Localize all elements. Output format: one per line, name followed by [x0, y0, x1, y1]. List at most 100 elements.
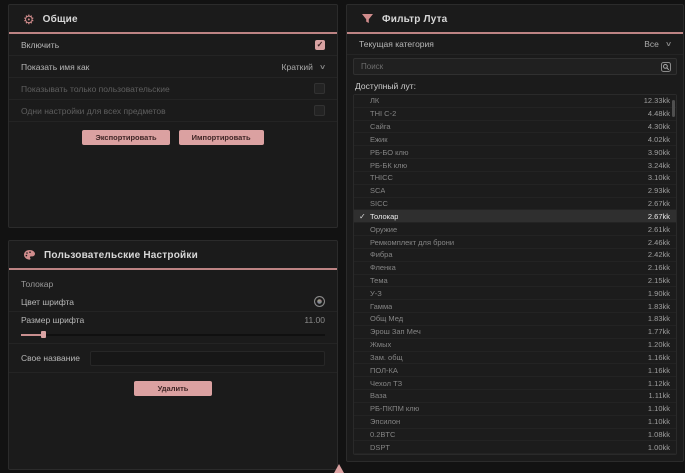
user-settings-panel: Пользовательские Настройки Толокар Цвет … [8, 240, 338, 470]
delete-button[interactable]: Удалить [134, 381, 213, 396]
enable-checkbox[interactable]: ✓ [315, 40, 325, 50]
loot-list-item[interactable]: Оружие 2.61kk [354, 223, 676, 236]
loot-item-name: РБ-БК клю [370, 161, 407, 170]
loot-list-item[interactable]: 0.2BTC 1.08kk [354, 429, 676, 442]
display-name-label: Показать имя как [21, 62, 89, 72]
loot-item-left: ✓ Толокар [359, 212, 398, 221]
loot-item-left: ТНІСС [359, 173, 393, 182]
loot-item-left: Ежик [359, 135, 388, 144]
loot-list-item[interactable]: Сайга 4.30kk [354, 121, 676, 134]
export-button[interactable]: Экспортировать [82, 130, 169, 145]
custom-name-input[interactable] [90, 351, 325, 366]
search-box[interactable] [353, 58, 677, 75]
loot-list-item[interactable]: Общ Мед 1.83kk [354, 313, 676, 326]
loot-list-item[interactable]: Эпсилон 1.10kk [354, 416, 676, 429]
general-settings-panel: ⚙ Общие Включить ✓ Показать имя как Крат… [8, 4, 338, 228]
loot-item-value: 2.42kk [648, 250, 670, 259]
loot-list-item[interactable]: Чехол ТЗ 1.12kk [354, 377, 676, 390]
loot-item-name: Сайга [370, 122, 391, 131]
same-settings-label: Одни настройки для всех предметов [21, 106, 166, 116]
chevron-down-icon: ∨ [665, 40, 672, 48]
loot-item-value: 2.67kk [648, 199, 670, 208]
search-input[interactable] [359, 61, 657, 72]
funnel-icon [361, 13, 374, 25]
slider-track [21, 334, 325, 336]
import-button[interactable]: Импортировать [179, 130, 264, 145]
loot-list-item[interactable]: SІСС 2.67kk [354, 198, 676, 211]
loot-list-item[interactable]: SCA 2.93kk [354, 185, 676, 198]
loot-list-item[interactable]: Тема 2.15kk [354, 275, 676, 288]
loot-item-left: Сайга [359, 122, 391, 131]
loot-list-item[interactable]: Ваза 1.11kk [354, 390, 676, 403]
loot-list-item[interactable]: Жмых 1.20kk [354, 339, 676, 352]
loot-list-item[interactable]: ПОЛ-КА 1.16kk [354, 364, 676, 377]
loot-item-left: Ваза [359, 391, 387, 400]
loot-item-name: Фленка [370, 263, 396, 272]
selected-item-name: Толокар [9, 270, 337, 292]
loot-item-value: 1.16kk [648, 353, 670, 362]
loot-item-left: Оружие [359, 225, 397, 234]
display-name-select[interactable]: Краткий ∨ [282, 62, 325, 72]
loot-item-left: Ремкомплект для брони [359, 238, 454, 247]
loot-list-item[interactable]: ✓ Толокар 2.67kk [354, 210, 676, 223]
loot-list-item[interactable]: У-З 1.90kk [354, 287, 676, 300]
loot-item-name: Жмых [370, 340, 391, 349]
category-row: Текущая категория Все ∨ [347, 34, 683, 55]
loot-list-item[interactable]: РБ-ПКПМ клю 1.10kk [354, 403, 676, 416]
scrollbar-thumb[interactable] [672, 100, 675, 117]
loot-item-name: Фибра [370, 250, 393, 259]
loot-item-name: Ежик [370, 135, 388, 144]
loot-item-left: Эпсилон [359, 417, 400, 426]
color-wheel-icon[interactable] [314, 296, 325, 307]
loot-item-name: SІСС [370, 199, 388, 208]
loot-list-item[interactable]: Эрош Зап Меч 1.77kk [354, 326, 676, 339]
loot-item-left: Жмых [359, 340, 391, 349]
slider-thumb[interactable] [41, 331, 46, 338]
loot-list-item[interactable]: Зам. общ 1.16kk [354, 352, 676, 365]
loot-item-value: 1.12kk [648, 379, 670, 388]
display-name-value: Краткий [282, 62, 313, 72]
loot-item-value: 2.61kk [648, 225, 670, 234]
loot-item-name: Ваза [370, 391, 387, 400]
search-row [347, 55, 683, 77]
enable-label: Включить [21, 40, 59, 50]
loot-item-name: Оружие [370, 225, 397, 234]
cursor-pointer-icon [334, 464, 344, 473]
loot-item-left: Зам. общ [359, 353, 403, 362]
loot-list-item[interactable]: Фленка 2.16kk [354, 262, 676, 275]
loot-item-value: 12.33kk [644, 96, 670, 105]
loot-item-name: Зам. общ [370, 353, 403, 362]
loot-item-value: 2.93kk [648, 186, 670, 195]
loot-item-value: 3.10kk [648, 173, 670, 182]
loot-list-item[interactable]: РБ-БК клю 3.24kk [354, 159, 676, 172]
loot-list-item[interactable]: ТНІСС 3.10kk [354, 172, 676, 185]
show-custom-only-checkbox[interactable] [314, 83, 325, 94]
general-panel-header: ⚙ Общие [9, 5, 337, 32]
loot-item-value: 1.08kk [648, 430, 670, 439]
loot-item-left: SІСС [359, 199, 388, 208]
loot-list-item[interactable]: ТНІ С-2 4.48kk [354, 108, 676, 121]
loot-list-item[interactable]: Гамма 1.83kk [354, 300, 676, 313]
loot-list-item[interactable]: Ремкомплект для брони 2.46kk [354, 236, 676, 249]
category-select[interactable]: Все ∨ [644, 39, 671, 49]
loot-item-name: Тема [370, 276, 388, 285]
loot-item-left: РБ-ПКПМ клю [359, 404, 419, 413]
loot-item-name: SCA [370, 186, 385, 195]
font-size-slider[interactable] [21, 331, 325, 338]
loot-list-item[interactable]: ЛК 12.33kk [354, 95, 676, 108]
check-icon: ✓ [359, 212, 370, 221]
loot-item-left: DSPT [359, 443, 390, 452]
loot-item-name: Толокар [370, 212, 398, 221]
same-settings-checkbox[interactable] [314, 105, 325, 116]
loot-list-item[interactable]: DSPT 1.00kk [354, 441, 676, 454]
loot-item-name: Эпсилон [370, 417, 400, 426]
loot-list-item[interactable]: Ежик 4.02kk [354, 133, 676, 146]
loot-item-value: 2.67kk [648, 212, 670, 221]
loot-item-name: ТНІ С-2 [370, 109, 396, 118]
enable-row: Включить ✓ [9, 34, 337, 56]
loot-item-value: 1.20kk [648, 340, 670, 349]
loot-item-left: РБ-БК клю [359, 161, 407, 170]
loot-item-left: ЛК [359, 96, 379, 105]
loot-list-item[interactable]: РБ-БО клю 3.90kk [354, 146, 676, 159]
loot-list-item[interactable]: Фибра 2.42kk [354, 249, 676, 262]
